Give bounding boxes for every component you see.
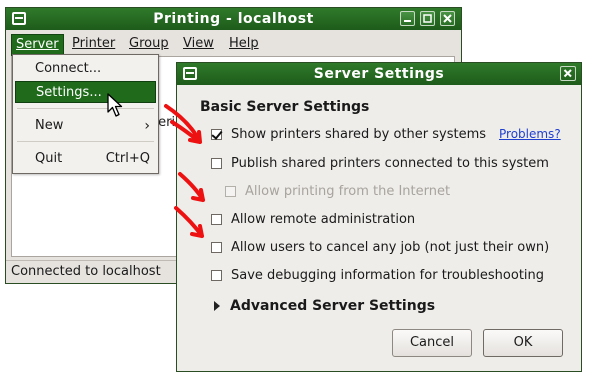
menu-view-label: View (183, 36, 214, 51)
menu-item-quit-label: Quit (35, 151, 63, 166)
main-window-title: Printing - localhost (153, 11, 314, 27)
option-label: Save debugging information for troublesh… (231, 268, 545, 283)
menu-server-label: Server (16, 37, 59, 52)
menu-item-connect[interactable]: Connect... (15, 58, 156, 80)
checkbox[interactable] (211, 242, 222, 253)
expander-arrow-icon (214, 301, 220, 311)
main-titlebar[interactable]: Printing - localhost (6, 8, 461, 30)
ok-button[interactable]: OK (483, 329, 563, 357)
menu-item-new-label: New (35, 118, 64, 133)
dialog-close-button[interactable] (560, 66, 576, 81)
menu-separator (17, 141, 154, 142)
menubar: Server Printer Group View Help (6, 32, 461, 56)
menu-item-settings-label: Settings... (36, 85, 102, 100)
menu-group-label: Group (129, 36, 169, 51)
cancel-button[interactable]: Cancel (392, 329, 472, 357)
menu-item-quit-accel: Ctrl+Q (105, 151, 150, 166)
server-settings-dialog: Server Settings Basic Server Settings Sh… (176, 62, 582, 372)
dialog-title: Server Settings (313, 66, 445, 82)
menu-printer-label: Printer (72, 36, 116, 51)
checkbox[interactable] (211, 270, 222, 281)
server-menu: Connect... Settings... New › Quit Ctrl+Q (12, 54, 159, 174)
minimize-button[interactable] (400, 11, 415, 26)
menu-separator (17, 108, 154, 109)
menu-help[interactable]: Help (225, 35, 263, 53)
menu-item-new[interactable]: New › (15, 115, 156, 137)
option-label: Show printers shared by other systems (231, 127, 487, 142)
section-title: Basic Server Settings (200, 99, 370, 115)
checkbox[interactable] (211, 214, 222, 225)
submenu-arrow-icon: › (144, 118, 150, 134)
menu-printer[interactable]: Printer (68, 35, 119, 53)
checkbox-checked[interactable] (211, 129, 222, 140)
option-label: Publish shared printers connected to thi… (231, 156, 549, 171)
checkbox-disabled (225, 186, 236, 197)
window-close-button[interactable] (440, 11, 455, 26)
checkbox[interactable] (211, 158, 222, 169)
menu-group[interactable]: Group (125, 35, 173, 53)
maximize-icon (423, 14, 432, 23)
menu-server[interactable]: Server (11, 34, 64, 56)
option-label: Allow remote administration (231, 212, 416, 227)
option-label: Allow users to cancel any job (not just … (231, 240, 550, 255)
problems-link[interactable]: Problems? (499, 127, 561, 141)
maximize-button[interactable] (420, 11, 435, 26)
advanced-settings-label: Advanced Server Settings (230, 298, 436, 314)
menu-item-settings[interactable]: Settings... (15, 81, 156, 103)
minimize-icon (404, 20, 411, 22)
menu-help-label: Help (229, 36, 259, 51)
close-icon (443, 14, 452, 23)
menu-view[interactable]: View (179, 35, 218, 53)
menu-item-quit[interactable]: Quit Ctrl+Q (15, 148, 156, 170)
dialog-titlebar[interactable]: Server Settings (177, 63, 581, 85)
menu-item-connect-label: Connect... (35, 61, 102, 76)
option-label: Allow printing from the Internet (245, 184, 451, 199)
close-icon (563, 69, 572, 78)
mouse-cursor-icon (107, 93, 123, 117)
